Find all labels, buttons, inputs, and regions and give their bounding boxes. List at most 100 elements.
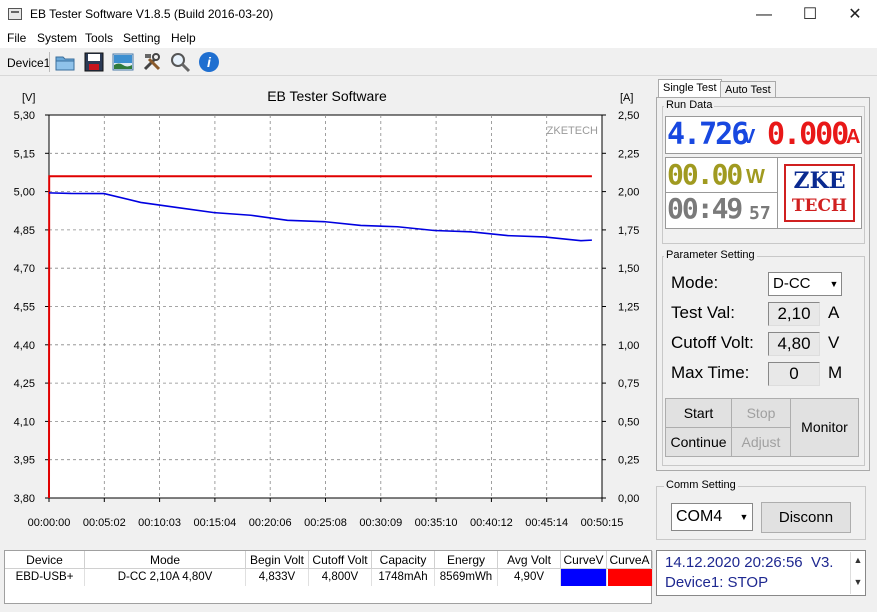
table-cell-curve-v-color[interactable] bbox=[561, 569, 607, 586]
right-tick-label: 2,25 bbox=[618, 148, 639, 160]
current-unit: A bbox=[846, 126, 861, 148]
mode-label: Mode: bbox=[671, 273, 719, 292]
left-tick-label: 3,80 bbox=[14, 493, 35, 505]
menu-help[interactable]: Help bbox=[171, 31, 196, 45]
left-tick-label: 5,30 bbox=[14, 110, 35, 122]
minimize-button[interactable]: — bbox=[741, 0, 787, 30]
x-tick-label: 00:45:14 bbox=[525, 517, 568, 529]
x-tick-label: 00:05:02 bbox=[83, 517, 126, 529]
mode-select[interactable]: D-CC ▼ bbox=[768, 272, 842, 296]
table-cell-capacity[interactable]: 1748mAh bbox=[372, 569, 435, 586]
table-cell-energy[interactable]: 8569mWh bbox=[435, 569, 498, 586]
table-cell-device[interactable]: EBD-USB+ bbox=[5, 569, 85, 586]
right-tick-label: 1,25 bbox=[618, 302, 639, 314]
start-button[interactable]: Start bbox=[665, 398, 732, 428]
x-tick-label: 00:15:04 bbox=[193, 517, 236, 529]
test-val-unit: A bbox=[828, 303, 840, 322]
left-tick-label: 4,40 bbox=[14, 340, 35, 352]
table-cell-curve-a-color[interactable] bbox=[608, 569, 653, 586]
current-readout: 0.000 bbox=[767, 117, 849, 152]
close-button[interactable]: ✕ bbox=[832, 0, 877, 30]
menu-system[interactable]: System bbox=[37, 31, 77, 45]
right-tick-label: 0,50 bbox=[618, 416, 639, 428]
column-header-capacity[interactable]: Capacity bbox=[372, 551, 435, 569]
right-tick-label: 0,25 bbox=[618, 455, 639, 467]
toolbar-divider bbox=[49, 52, 50, 72]
column-header-avg-volt[interactable]: Avg Volt bbox=[498, 551, 561, 569]
menu-file[interactable]: File bbox=[7, 31, 26, 45]
save-icon[interactable] bbox=[83, 51, 105, 73]
left-tick-label: 4,55 bbox=[14, 302, 35, 314]
test-val-field[interactable]: 2,10 bbox=[768, 302, 820, 326]
column-header-curve-v[interactable]: CurveV bbox=[561, 551, 607, 569]
right-tick-label: 1,75 bbox=[618, 225, 639, 237]
table-cell-cutoff-volt[interactable]: 4,800V bbox=[309, 569, 372, 586]
chart-panel: EB Tester Software [V] [A] ZKETECH 5,30 5… bbox=[0, 78, 654, 548]
table-cell-avg-volt[interactable]: 4,90V bbox=[498, 569, 561, 586]
adjust-button[interactable]: Adjust bbox=[731, 427, 791, 457]
tools-icon[interactable] bbox=[141, 51, 163, 73]
column-header-cutoff-volt[interactable]: Cutoff Volt bbox=[309, 551, 372, 569]
max-time-field[interactable]: 0 bbox=[768, 362, 820, 386]
status-scrollbar[interactable]: ▲ ▼ bbox=[850, 552, 865, 594]
x-tick-label: 00:35:10 bbox=[415, 517, 458, 529]
column-header-mode[interactable]: Mode bbox=[85, 551, 246, 569]
tab-single-test[interactable]: Single Test bbox=[658, 79, 722, 98]
status-line-datetime: 14.12.2020 20:26:56 V3. bbox=[665, 554, 834, 571]
x-tick-label: 00:50:15 bbox=[581, 517, 624, 529]
open-folder-icon[interactable] bbox=[54, 51, 76, 73]
right-tick-label: 2,50 bbox=[618, 110, 639, 122]
run-data-label: Run Data bbox=[664, 99, 715, 111]
status-line-device: Device1: STOP bbox=[665, 574, 769, 591]
column-header-energy[interactable]: Energy bbox=[435, 551, 498, 569]
mode-value: D-CC bbox=[773, 275, 811, 292]
search-icon[interactable] bbox=[169, 51, 191, 73]
monitor-button[interactable]: Monitor bbox=[790, 398, 859, 457]
com-port-value: COM4 bbox=[676, 508, 723, 525]
window-title: EB Tester Software V1.8.5 (Build 2016-03… bbox=[30, 7, 274, 21]
cutoff-volt-field[interactable]: 4,80 bbox=[768, 332, 820, 356]
image-icon[interactable] bbox=[112, 51, 134, 73]
chevron-down-icon: ▼ bbox=[829, 279, 839, 289]
maximize-button[interactable]: ☐ bbox=[787, 0, 833, 30]
column-header-device[interactable]: Device bbox=[5, 551, 85, 569]
right-tick-label: 2,00 bbox=[618, 187, 639, 199]
voltage-readout: 4.726 bbox=[667, 117, 749, 152]
left-tick-label: 4,70 bbox=[14, 263, 35, 275]
chart: EB Tester Software [V] [A] ZKETECH 5,305… bbox=[14, 88, 640, 529]
zke-logo: ZKE TECH bbox=[784, 164, 855, 222]
info-icon[interactable]: i bbox=[198, 51, 220, 73]
right-tick-label: 0,75 bbox=[618, 378, 639, 390]
status-log[interactable]: 14.12.2020 20:26:56 V3. Device1: STOP ▲ … bbox=[656, 550, 866, 596]
com-port-select[interactable]: COM4 ▼ bbox=[671, 503, 753, 531]
table-cell-mode[interactable]: D-CC 2,10A 4,80V bbox=[85, 569, 246, 586]
left-axis-unit: [V] bbox=[22, 92, 35, 104]
tab-auto-test[interactable]: Auto Test bbox=[720, 81, 776, 98]
right-tick-label: 0,00 bbox=[618, 493, 639, 505]
column-header-curve-a[interactable]: CurveA bbox=[607, 551, 653, 569]
continue-button[interactable]: Continue bbox=[665, 427, 732, 457]
scroll-up-icon[interactable]: ▲ bbox=[851, 555, 865, 565]
left-tick-label: 5,00 bbox=[14, 187, 35, 199]
time-seconds: 57 bbox=[749, 203, 771, 224]
lcd-power: 00.00 W bbox=[665, 157, 777, 193]
watermark: ZKETECH bbox=[547, 125, 598, 137]
x-tick-label: 00:25:08 bbox=[304, 517, 347, 529]
table-cell-begin-volt[interactable]: 4,833V bbox=[246, 569, 309, 586]
stop-button[interactable]: Stop bbox=[731, 398, 791, 428]
column-header-begin-volt[interactable]: Begin Volt bbox=[246, 551, 309, 569]
max-time-label: Max Time: bbox=[671, 363, 750, 382]
disconnect-button[interactable]: Disconn bbox=[761, 502, 851, 533]
power-readout: 00.00 bbox=[667, 158, 743, 191]
time-readout: 00:49 bbox=[667, 192, 743, 225]
results-table: Device Mode Begin Volt Cutoff Volt Capac… bbox=[4, 550, 653, 604]
menu-setting[interactable]: Setting bbox=[123, 31, 160, 45]
lcd-time: 00:49 57 bbox=[665, 192, 777, 229]
left-axis-ticks: 5,30 5,15 5,00 4,85 4,70 4,55 4,40 4,25 4,10 3,95… bbox=[14, 110, 49, 505]
scroll-down-icon[interactable]: ▼ bbox=[851, 577, 865, 587]
cutoff-volt-label: Cutoff Volt: bbox=[671, 333, 754, 352]
parameter-setting-label: Parameter Setting bbox=[664, 249, 757, 261]
menu-tools[interactable]: Tools bbox=[85, 31, 113, 45]
device-label: Device1 bbox=[7, 56, 51, 70]
test-val-label: Test Val: bbox=[671, 303, 735, 322]
